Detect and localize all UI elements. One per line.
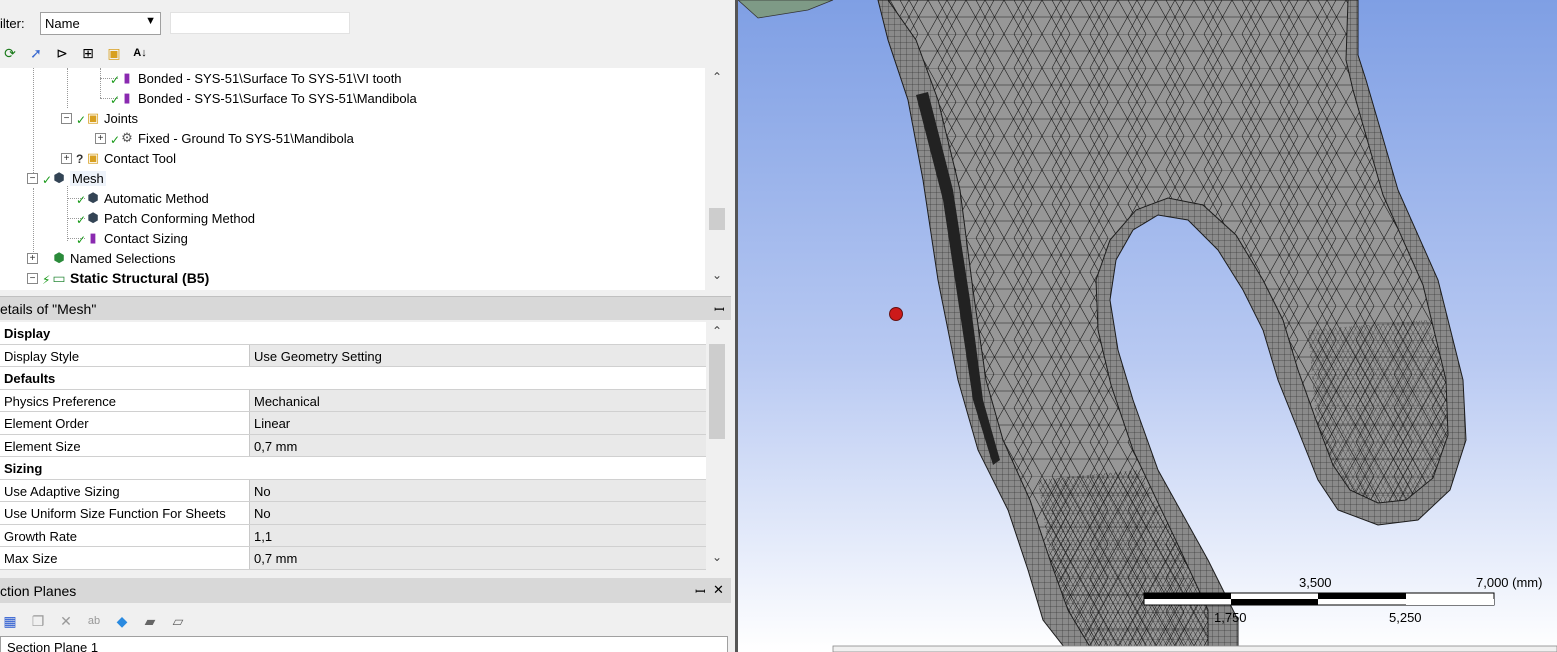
tree-item-patch-conforming-method[interactable]: ✓ ⬢ Patch Conforming Method <box>76 208 255 228</box>
plane-icon[interactable]: ◆ <box>112 611 132 631</box>
details-section-defaults[interactable]: Defaults <box>0 367 706 390</box>
tree-item-bonded-vi-tooth[interactable]: ✓ ▮ Bonded - SYS-51\Surface To SYS-51\VI … <box>110 68 402 88</box>
scale-label-3500: 3,500 <box>1299 575 1332 590</box>
scale-label-7000: 7,000 (mm) <box>1476 575 1543 590</box>
contact-bonded-icon: ✓ ▮ <box>110 90 131 107</box>
expand-named-selections-toggle[interactable]: + <box>27 253 38 264</box>
filter-label: ilter: <box>0 16 25 31</box>
tree-item-automatic-method[interactable]: ✓ ⬢ Automatic Method <box>76 188 209 208</box>
close-icon[interactable]: ✕ <box>713 582 724 598</box>
joint-icon: ✓ ⚙ <box>110 130 133 147</box>
tree-item-bonded-mandibola[interactable]: ✓ ▮ Bonded - SYS-51\Surface To SYS-51\Man… <box>110 88 417 108</box>
tree-item-contact-tool[interactable]: ? ▣ Contact Tool <box>76 148 176 168</box>
tree-scrollbar[interactable]: ⌃ ⌄ <box>706 68 728 290</box>
viewport-bottom-tabs <box>832 645 1557 652</box>
scroll-up-icon[interactable]: ⌃ <box>706 324 728 342</box>
graphics-viewport[interactable]: 3,500 7,000 (mm) 1,750 5,250 <box>735 0 1557 652</box>
filter-search-input[interactable] <box>170 12 350 34</box>
scroll-down-icon[interactable]: ⌄ <box>706 268 728 286</box>
refresh-icon[interactable]: ⟳ <box>0 43 20 63</box>
details-row-element-order[interactable]: Element Order Linear <box>0 412 706 435</box>
collapse-static-structural-toggle[interactable]: − <box>27 273 38 284</box>
cursor-icon[interactable]: ➚ <box>26 43 46 63</box>
details-row-element-size[interactable]: Element Size 0,7 mm <box>0 434 706 457</box>
model-view[interactable] <box>738 0 1557 652</box>
details-row-display-style[interactable]: Display Style Use Geometry Setting <box>0 344 706 367</box>
details-row-growth-rate[interactable]: Growth Rate 1,1 <box>0 524 706 547</box>
pin-icon[interactable]: ꟷ <box>714 300 725 318</box>
duplicate-icon[interactable]: ❐ <box>28 611 48 631</box>
contact-bonded-icon: ✓ ▮ <box>110 70 131 87</box>
rename-icon[interactable]: ab <box>84 611 104 631</box>
filter-bar: ilter: Name ▼ <box>0 9 731 39</box>
details-scrollbar[interactable]: ⌃ ⌄ <box>706 322 728 570</box>
scroll-down-icon[interactable]: ⌄ <box>706 550 728 568</box>
collapse-mesh-toggle[interactable]: − <box>27 173 38 184</box>
collapse-joints-toggle[interactable]: − <box>61 113 72 124</box>
coordinate-marker-icon <box>889 307 903 321</box>
dropdown-arrow-icon: ▼ <box>145 15 156 27</box>
section-planes-toolbar: ▦ ❐ ✕ ab ◆ ▰ ▱ <box>0 606 731 636</box>
details-grid: Display Display Style Use Geometry Settin… <box>0 322 706 570</box>
tree-filter-icon[interactable]: ⊳ <box>52 43 72 63</box>
contact-tool-icon: ? ▣ <box>76 150 100 166</box>
details-row-physics-preference[interactable]: Physics Preference Mechanical <box>0 389 706 412</box>
tree-item-fixed-joint[interactable]: ✓ ⚙ Fixed - Ground To SYS-51\Mandibola <box>110 128 354 148</box>
sort-az-icon[interactable]: A↓ <box>130 43 150 63</box>
expand-fixed-joint-toggle[interactable]: + <box>95 133 106 144</box>
tree-toolbar: ⟳ ➚ ⊳ ⊞ ▣ A↓ <box>0 40 731 66</box>
scroll-thumb[interactable] <box>709 208 725 230</box>
details-row-use-adaptive-sizing[interactable]: Use Adaptive Sizing No <box>0 479 706 502</box>
tree-item-named-selections[interactable]: ⬢ Named Selections <box>50 248 175 268</box>
section-planes-list: Section Plane 1 <box>0 636 728 652</box>
hide-cap-icon[interactable]: ▱ <box>168 611 188 631</box>
expand-contact-tool-toggle[interactable]: + <box>61 153 72 164</box>
pin-icon[interactable]: ꟷ <box>695 582 706 600</box>
details-section-sizing[interactable]: Sizing <box>0 457 706 480</box>
details-panel-header: etails of "Mesh" ꟷ <box>0 296 731 320</box>
static-structural-icon: ⚡ ▭ <box>42 269 66 288</box>
tree-item-contact-sizing[interactable]: ✓ ▮ Contact Sizing <box>76 228 188 248</box>
new-section-plane-icon[interactable]: ▦ <box>0 611 20 631</box>
filter-selected-value: Name <box>45 16 80 31</box>
filter-select[interactable]: Name ▼ <box>40 12 161 35</box>
folder-icon[interactable]: ▣ <box>104 43 124 63</box>
details-row-uniform-size-function[interactable]: Use Uniform Size Function For Sheets No <box>0 502 706 525</box>
section-planes-title: ction Planes <box>0 583 77 599</box>
left-panel: ilter: Name ▼ ⟳ ➚ ⊳ ⊞ ▣ A↓ ✓ ▮ Bonded - S… <box>0 0 731 652</box>
expand-all-icon[interactable]: ⊞ <box>78 43 98 63</box>
outline-tree: ✓ ▮ Bonded - SYS-51\Surface To SYS-51\VI … <box>0 68 705 290</box>
scale-label-1750: 1,750 <box>1214 610 1247 625</box>
delete-icon[interactable]: ✕ <box>56 611 76 631</box>
cap-icon[interactable]: ▰ <box>140 611 160 631</box>
tree-item-static-structural[interactable]: ⚡ ▭ Static Structural (B5) <box>42 268 209 288</box>
mesh-method-icon: ✓ ⬢ <box>76 190 99 207</box>
contact-sizing-icon: ✓ ▮ <box>76 230 97 247</box>
named-selections-icon: ⬢ <box>53 250 65 265</box>
mesh-icon: ✓ ⬢ <box>42 170 65 187</box>
section-planes-header: ction Planes ꟷ ✕ <box>0 578 731 603</box>
details-title: etails of "Mesh" <box>0 301 97 317</box>
scroll-up-icon[interactable]: ⌃ <box>706 70 728 88</box>
scroll-thumb[interactable] <box>709 344 725 439</box>
scale-bar <box>1143 592 1495 606</box>
mesh-method-icon: ✓ ⬢ <box>76 210 99 227</box>
tree-item-joints[interactable]: ✓ ▣ Joints <box>76 108 138 128</box>
details-row-max-size[interactable]: Max Size 0,7 mm <box>0 547 706 570</box>
joints-folder-icon: ✓ ▣ <box>76 110 100 127</box>
tree-item-mesh[interactable]: ✓ ⬢ Mesh <box>42 168 106 188</box>
list-item-section-plane[interactable]: Section Plane 1 <box>7 640 98 652</box>
scale-label-5250: 5,250 <box>1389 610 1422 625</box>
details-section-display[interactable]: Display <box>0 322 706 345</box>
